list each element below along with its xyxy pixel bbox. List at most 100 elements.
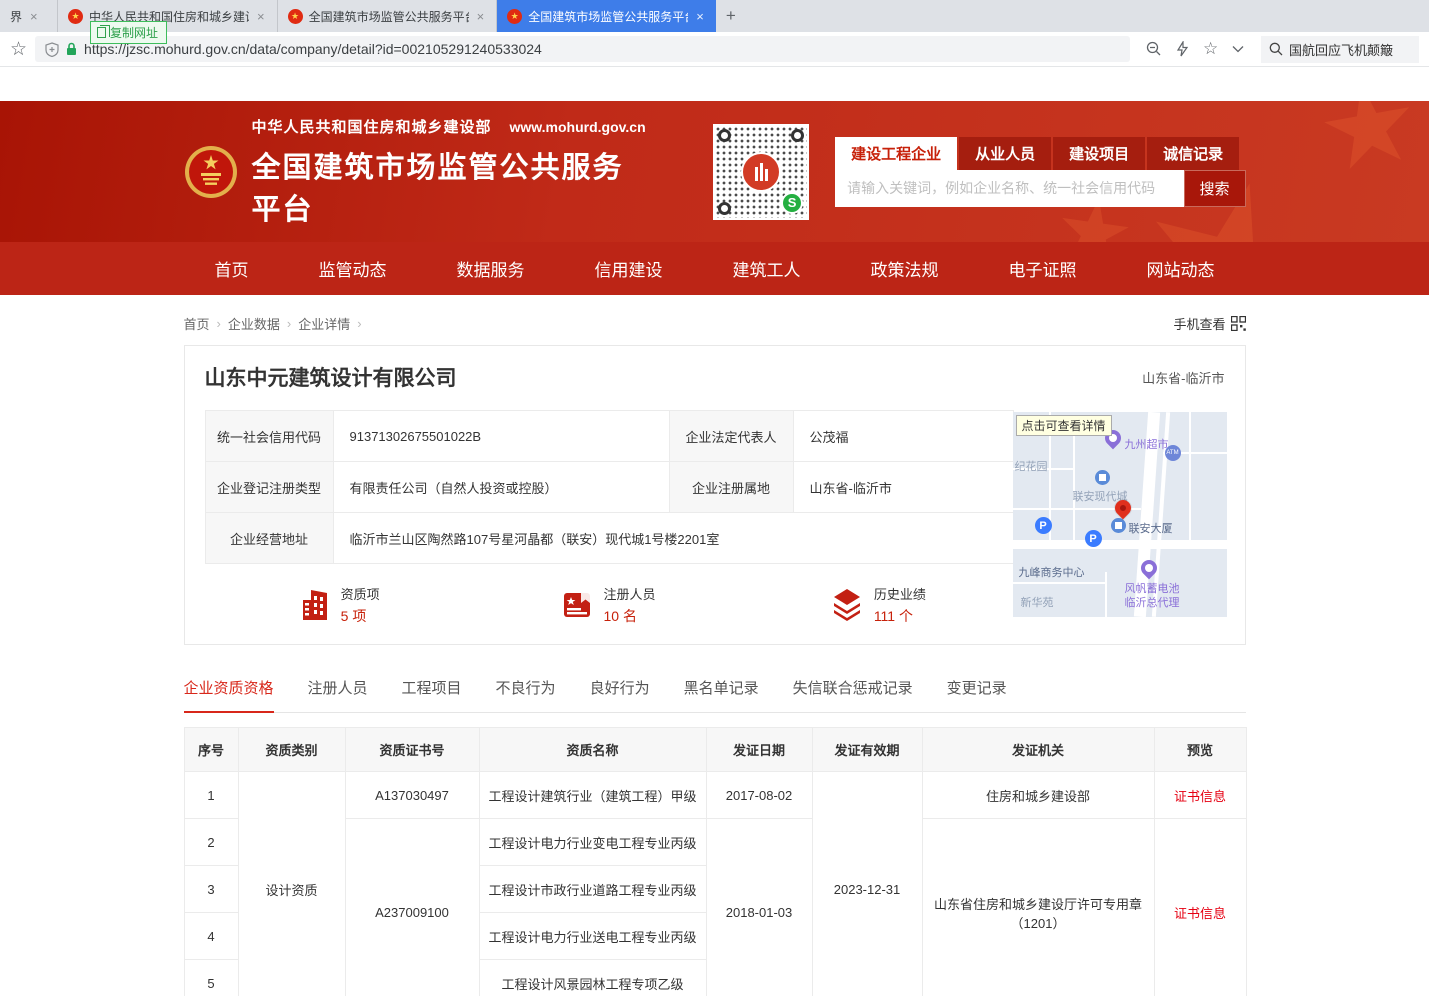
zoom-out-icon[interactable] (1146, 41, 1162, 57)
nav-policy[interactable]: 政策法规 (871, 256, 939, 281)
col-header-validity: 发证有效期 (812, 728, 922, 772)
qualification-name: 工程设计电力行业变电工程专业丙级 (479, 819, 706, 866)
tab-blacklist[interactable]: 黑名单记录 (684, 671, 759, 712)
nav-e-license[interactable]: 电子证照 (1009, 256, 1077, 281)
map-label-xinhua: 新华苑 (1021, 594, 1054, 610)
tab-close-icon[interactable]: × (28, 9, 40, 24)
tab-bad-behavior[interactable]: 不良行为 (496, 671, 556, 712)
stat-value: 10 名 (603, 606, 655, 626)
map-label-supermarket: 九州超市 (1125, 436, 1169, 452)
field-label: 企业法定代表人 (669, 411, 793, 462)
browser-tab-jzsc-active[interactable]: ★ 全国建筑市场监管公共服务平台 × (497, 0, 716, 32)
qr-logo-icon (741, 152, 781, 192)
tab-close-icon[interactable]: × (475, 9, 487, 24)
parking-icon: P (1085, 530, 1102, 547)
tab-close-icon[interactable]: × (255, 9, 267, 24)
search-tab-personnel[interactable]: 从业人员 (959, 137, 1051, 170)
shield-icon[interactable] (45, 42, 59, 57)
nav-supervision[interactable]: 监管动态 (319, 256, 387, 281)
issue-date: 2017-08-02 (706, 772, 812, 819)
stat-qualifications[interactable]: 资质项 5 项 (205, 584, 474, 626)
chevron-down-icon[interactable] (1232, 45, 1244, 53)
emblem-favicon-icon: ★ (507, 9, 522, 24)
browser-tab-partial[interactable]: 界 × (0, 0, 58, 32)
stat-registered-personnel[interactable]: 注册人员 10 名 (474, 584, 743, 626)
qr-finder-icon (718, 129, 731, 142)
tab-title: 界 (10, 8, 22, 25)
tab-title: 全国建筑市场监管公共服务平台 (528, 8, 688, 25)
table-row: 1 设计资质 A137030497 工程设计建筑行业（建筑工程）甲级 2017-… (184, 772, 1246, 819)
copy-url-tooltip: 复制网址 (90, 21, 167, 44)
stat-value: 111 个 (874, 606, 926, 626)
col-header-no: 序号 (184, 728, 238, 772)
map-road (1073, 430, 1075, 540)
browser-toolbar: ☆ https://jzsc.mohurd.gov.cn/data/compan… (0, 32, 1429, 67)
https-lock-icon (66, 42, 77, 56)
browser-tab-jzsc-1[interactable]: ★ 全国建筑市场监管公共服务平台 × (278, 0, 498, 32)
tab-change-records[interactable]: 变更记录 (947, 671, 1007, 712)
browser-search-box[interactable]: 国航回应飞机颠簸 (1261, 36, 1419, 63)
mobile-view-button[interactable]: 手机查看 (1173, 314, 1245, 333)
bookmark-star-icon[interactable]: ☆ (10, 38, 27, 61)
flash-icon[interactable] (1176, 41, 1189, 57)
copy-icon (97, 27, 106, 38)
table-row: 企业经营地址 临沂市兰山区陶然路107号星河晶都（联安）现代城1号楼2201室 (205, 513, 1013, 564)
search-button[interactable]: 搜索 (1184, 170, 1246, 207)
nav-home[interactable]: 首页 (215, 256, 249, 281)
nav-site-news[interactable]: 网站动态 (1147, 256, 1215, 281)
tab-close-icon[interactable]: × (694, 9, 706, 24)
nav-data-service[interactable]: 数据服务 (457, 256, 525, 281)
parking-icon: P (1035, 517, 1052, 534)
address-bar[interactable]: https://jzsc.mohurd.gov.cn/data/company/… (35, 36, 1130, 62)
stat-label: 资质项 (341, 584, 380, 603)
browser-tab-bar: 界 × ★ 中华人民共和国住房和城乡建设 × ★ 全国建筑市场监管公共服务平台 … (0, 0, 1429, 32)
company-stats: 资质项 5 项 注册人员 10 名 (205, 584, 1013, 626)
new-tab-button[interactable]: + (716, 0, 746, 32)
chevron-right-icon: › (287, 316, 291, 331)
chevron-right-icon: › (357, 316, 361, 331)
nav-credit[interactable]: 信用建设 (595, 256, 663, 281)
company-region: 山东省-临沂市 (1142, 368, 1224, 387)
nav-workers[interactable]: 建筑工人 (733, 256, 801, 281)
search-tab-project[interactable]: 建设项目 (1053, 137, 1145, 170)
company-location-map[interactable]: 点击可查看详情 九州超市 ATM 纪花园 联安现代城 联安大厦 P P 九峰商务… (1013, 412, 1227, 617)
certificate-info-link[interactable]: 证书信息 (1174, 789, 1226, 804)
breadcrumb-company-data[interactable]: 企业数据 (228, 314, 280, 333)
qualification-name: 工程设计市政行业道路工程专业丙级 (479, 866, 706, 913)
keyword-search-input[interactable] (835, 170, 1183, 207)
qualification-category: 设计资质 (238, 772, 345, 996)
tab-qualifications[interactable]: 企业资质资格 (184, 671, 274, 713)
col-header-cert-no: 资质证书号 (345, 728, 479, 772)
emblem-favicon-icon: ★ (288, 9, 303, 24)
map-road (1105, 572, 1107, 617)
table-row: 统一社会信用代码 91371302675501022B 企业法定代表人 公茂福 (205, 411, 1013, 462)
address-bar-actions: ☆ (1138, 39, 1252, 59)
platform-title: 全国建筑市场监管公共服务平台 (252, 144, 650, 228)
breadcrumb-company-detail[interactable]: 企业详情 (298, 314, 350, 333)
stat-historical-performance[interactable]: 历史业绩 111 个 (743, 584, 1012, 626)
certificate-book-icon (561, 589, 593, 621)
tab-good-behavior[interactable]: 良好行为 (590, 671, 650, 712)
main-navigation: 首页 监管动态 数据服务 信用建设 建筑工人 政策法规 电子证照 网站动态 (0, 242, 1429, 295)
legal-rep-value: 公茂福 (793, 411, 1013, 462)
star-decoration (1317, 101, 1421, 180)
search-tab-credit[interactable]: 诚信记录 (1147, 137, 1239, 170)
tab-dishonesty-records[interactable]: 失信联合惩戒记录 (793, 671, 913, 712)
tab-projects[interactable]: 工程项目 (402, 671, 462, 712)
mobile-view-label: 手机查看 (1173, 314, 1225, 333)
reg-type-value: 有限责任公司（自然人投资或控股） (333, 462, 669, 513)
breadcrumb-home[interactable]: 首页 (184, 314, 210, 333)
tab-title: 全国建筑市场监管公共服务平台 (309, 8, 469, 25)
address-value: 临沂市兰山区陶然路107号星河晶都（联安）现代城1号楼2201室 (333, 513, 1013, 564)
hot-search-text[interactable]: 国航回应飞机颠簸 (1289, 40, 1393, 59)
col-header-authority: 发证机关 (922, 728, 1154, 772)
search-tab-enterprise[interactable]: 建设工程企业 (835, 137, 957, 170)
favorite-star-icon[interactable]: ☆ (1203, 39, 1218, 59)
cert-number: A137030497 (345, 772, 479, 819)
cert-number: A237009100 (345, 819, 479, 996)
layers-icon (830, 589, 864, 621)
building-icon (299, 588, 331, 622)
tab-registered-personnel[interactable]: 注册人员 (308, 671, 368, 712)
atm-icon: ATM (1165, 445, 1181, 461)
certificate-info-link[interactable]: 证书信息 (1174, 906, 1226, 921)
